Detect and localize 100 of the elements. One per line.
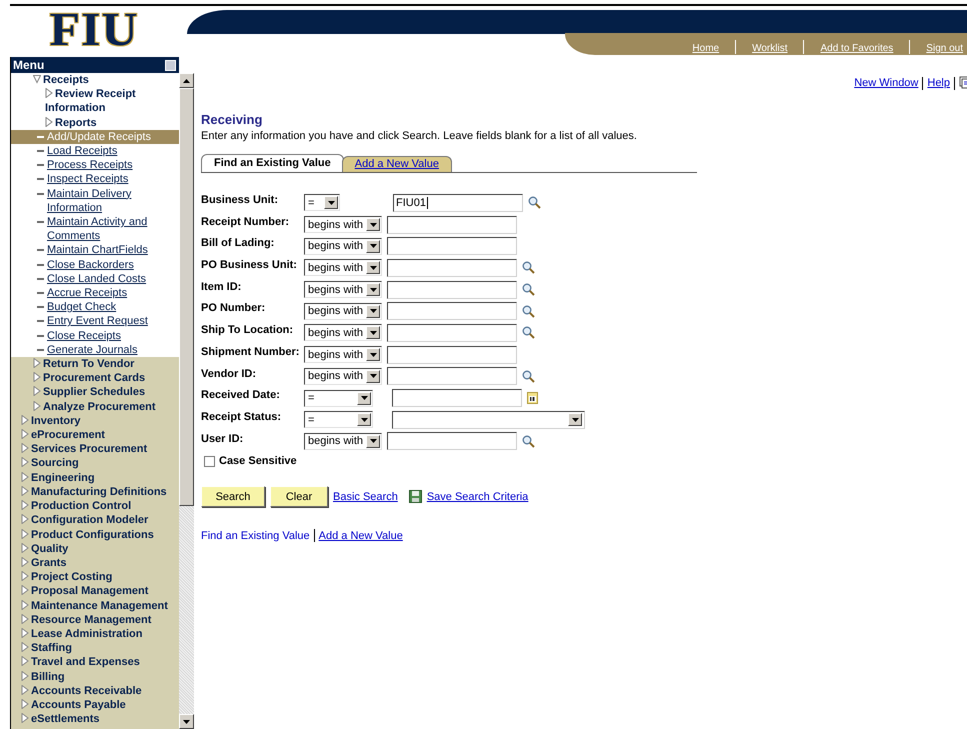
menu-folder[interactable]: Configuration Modeler	[11, 513, 179, 528]
menu-folder[interactable]: Return To Vendor	[11, 357, 179, 372]
scroll-down-button[interactable]	[179, 714, 194, 729]
tab[interactable]: Add a New Value	[342, 156, 452, 172]
operator-dropdown[interactable]: begins with	[304, 324, 382, 342]
triangle-right-icon	[21, 486, 29, 496]
caret-icon	[360, 396, 368, 400]
checkbox[interactable]	[204, 456, 215, 467]
calendar-icon[interactable]	[527, 392, 538, 404]
triangle-right-icon	[21, 429, 29, 440]
dash-icon	[37, 192, 44, 195]
triangle-right-icon	[21, 656, 29, 666]
caret-icon	[360, 418, 368, 422]
scrollbar[interactable]	[179, 73, 194, 729]
search-icon[interactable]	[522, 304, 536, 318]
input-field[interactable]	[387, 280, 518, 299]
menu-folder[interactable]: Services Procurement	[11, 442, 179, 456]
menu-folder[interactable]: Reports	[11, 116, 179, 130]
operator-dropdown[interactable]: begins with	[304, 216, 382, 234]
menu-folder[interactable]: Quality	[11, 542, 179, 556]
status-dropdown[interactable]	[392, 410, 585, 429]
menu-folder[interactable]: Production Control	[11, 499, 179, 514]
menu-folder[interactable]: eSettlements	[11, 712, 179, 726]
scroll-up-button[interactable]	[179, 73, 194, 88]
menu-folder[interactable]: Product Configurations	[11, 528, 179, 542]
menu-folder[interactable]: Grants	[11, 556, 179, 570]
triangle-right-icon	[21, 457, 29, 468]
dash-icon	[37, 334, 44, 337]
menu-folder[interactable]: Analyze Procurement	[11, 400, 179, 414]
input-field[interactable]	[387, 432, 518, 450]
menu-folder[interactable]: Receipts	[11, 73, 179, 88]
menu-folder[interactable]: Billing	[11, 670, 179, 684]
search-icon[interactable]	[522, 261, 536, 274]
dash-icon	[37, 150, 44, 152]
input-field[interactable]	[387, 237, 518, 256]
search-icon[interactable]	[522, 370, 536, 383]
menu-folder[interactable]: Resource Management	[11, 612, 179, 627]
menu-folder[interactable]: Engineering	[11, 470, 179, 485]
input-field[interactable]	[387, 258, 518, 277]
save-criteria-link[interactable]: Save Search Criteria	[426, 490, 528, 503]
triangle-right-icon	[21, 684, 29, 695]
collapse-icon[interactable]	[165, 60, 176, 70]
page-link[interactable]: New Window	[854, 77, 918, 89]
search-icon[interactable]	[522, 283, 536, 296]
input-field[interactable]	[387, 302, 518, 320]
action-button[interactable]: Clear	[270, 486, 328, 508]
operator-dropdown[interactable]: begins with	[304, 346, 382, 364]
menu-folder[interactable]: Lease Administration	[11, 626, 179, 642]
triangle-right-icon	[21, 571, 29, 582]
operator-dropdown[interactable]: =	[304, 390, 373, 407]
menu-folder[interactable]: Travel and Expenses	[11, 655, 179, 670]
menu-folder[interactable]: Project Costing	[11, 570, 179, 584]
menu-folder[interactable]: Inventory	[11, 414, 179, 428]
menu-folder[interactable]: Accounts Payable	[11, 698, 179, 712]
operator-dropdown[interactable]: begins with	[304, 302, 382, 320]
operator-dropdown[interactable]: =	[304, 194, 340, 212]
dash-icon	[37, 164, 44, 166]
menu-folder[interactable]: Maintenance Management	[11, 598, 179, 613]
input-field[interactable]	[387, 324, 518, 342]
field-label: Receipt Number:	[201, 214, 290, 228]
menu-folder[interactable]: Staffing	[11, 641, 179, 656]
search-icon[interactable]	[528, 196, 541, 210]
scroll-thumb[interactable]	[179, 88, 194, 506]
menu-folder[interactable]: Accounts Receivable	[11, 684, 179, 698]
search-link[interactable]: Basic Search	[333, 490, 398, 503]
operator-dropdown[interactable]: begins with	[304, 281, 382, 298]
page-link[interactable]: Help	[927, 77, 950, 89]
operator-dropdown[interactable]: begins with	[304, 368, 382, 385]
menu-folder[interactable]: Manufacturing Definitions	[11, 484, 179, 500]
input-field[interactable]	[387, 367, 518, 386]
field-label: Receipt Status:	[201, 410, 282, 423]
operator-dropdown[interactable]: begins with	[304, 259, 382, 276]
save-icon[interactable]	[408, 490, 422, 504]
menu-folder[interactable]: Supplier Schedules	[11, 385, 179, 400]
action-button[interactable]: Search	[201, 486, 265, 508]
triangle-right-icon	[21, 472, 29, 482]
tab[interactable]: Find an Existing Value	[201, 154, 344, 172]
input-field[interactable]	[387, 216, 518, 234]
triangle-right-icon	[21, 614, 29, 624]
footer-link[interactable]: Find an Existing Value	[201, 530, 310, 542]
menu-folder[interactable]: Proposal Management	[11, 584, 179, 599]
input-field[interactable]: FIU01	[393, 194, 523, 212]
input-field[interactable]	[387, 346, 518, 364]
menu-folder[interactable]: eProcurement	[11, 428, 179, 442]
menu-folder[interactable]: Procurement Cards	[11, 371, 179, 386]
search-icon[interactable]	[522, 434, 536, 448]
caret-icon	[370, 352, 377, 357]
menu-folder[interactable]: Sourcing	[11, 456, 179, 471]
input-field[interactable]	[392, 389, 522, 408]
operator-dropdown[interactable]: =	[304, 411, 373, 428]
triangle-right-icon	[21, 713, 29, 724]
caret-icon	[370, 330, 377, 335]
search-icon[interactable]	[522, 326, 536, 340]
field-label: Business Unit:	[201, 193, 280, 206]
dash-icon	[37, 306, 44, 308]
menu-folder[interactable]: Review Receipt Information	[11, 87, 179, 116]
operator-dropdown[interactable]: begins with	[304, 238, 382, 255]
operator-dropdown[interactable]: begins with	[304, 432, 382, 450]
caret-icon	[328, 200, 334, 205]
footer-link[interactable]: Add a New Value	[318, 530, 403, 542]
